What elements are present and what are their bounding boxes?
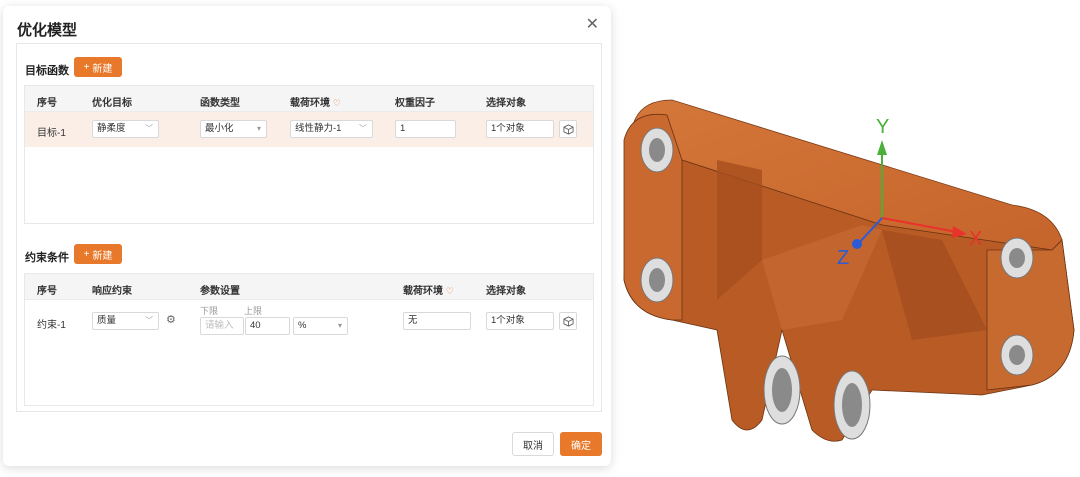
cube-icon [562,123,574,135]
table-row: 目标-1 静柔度 ﹀ 最小化 ▾ 线性静力-1 ﹀ 1 1个对象 [25,112,593,147]
constraint-section: 约束条件 + 新建 序号 响应约束 参数设置 载荷环境 ♡ 选择对象 约束-1 … [16,232,602,412]
close-icon[interactable]: ✕ [586,14,599,34]
cancel-button[interactable]: 取消 [512,432,554,456]
bulb-icon: ♡ [445,286,454,296]
objective-table: 序号 优化目标 函数类型 载荷环境 ♡ 权重因子 选择对象 目标-1 静柔度 ﹀ … [24,85,594,224]
bracket-model: Y X Z [623,99,1075,442]
select-obj-field[interactable]: 1个对象 [486,120,554,138]
chevron-down-icon: ﹀ [359,124,367,133]
col-params: 参数设置 [200,286,240,297]
table-row: 约束-1 质量 ﹀ ⚙ 下限 上限 请输入 40 % ▾ 无 1个对象 [25,300,593,344]
caret-down-icon: ▾ [256,124,261,133]
load-env-field[interactable]: 无 [403,312,471,330]
load-env-select[interactable]: 线性静力-1 ﹀ [290,120,373,138]
col-func-type: 函数类型 [200,98,240,109]
model-viewport[interactable]: Y X Z [612,0,1080,472]
chevron-down-icon: ﹀ [145,124,153,133]
select-obj-field[interactable]: 1个对象 [486,312,554,330]
col-target: 优化目标 [92,98,132,109]
col-index: 序号 [37,98,57,109]
row-index: 约束-1 [37,320,66,331]
upper-input[interactable]: 40 [245,317,290,335]
add-constraint-button[interactable]: + 新建 [74,244,122,264]
cube-icon [562,315,574,327]
constraint-table: 序号 响应约束 参数设置 载荷环境 ♡ 选择对象 约束-1 质量 ﹀ ⚙ 下限 上… [24,273,594,406]
axis-z-label: Z [837,247,849,269]
axis-x-label: X [969,228,982,250]
caret-down-icon: ▾ [337,321,342,330]
objective-section: 目标函数 + 新建 序号 优化目标 函数类型 载荷环境 ♡ 权重因子 选择对象 … [16,43,602,233]
plus-icon: + [83,61,90,73]
axis-y-label: Y [876,116,889,138]
lower-input[interactable]: 请输入 [200,317,244,335]
constraint-table-header: 序号 响应约束 参数设置 载荷环境 ♡ 选择对象 [25,274,593,300]
col-weight: 权重因子 [395,98,435,109]
col-load-env: 载荷环境 ♡ [403,286,454,297]
objective-section-label: 目标函数 [25,65,69,77]
add-objective-button[interactable]: + 新建 [74,57,122,77]
dialog-title: 优化模型 [17,22,78,39]
target-select[interactable]: 静柔度 ﹀ [92,120,159,138]
lower-label: 下限 [200,306,219,316]
unit-select[interactable]: % ▾ [293,317,348,335]
optimize-model-dialog: 优化模型 ✕ 目标函数 + 新建 序号 优化目标 函数类型 载荷环境 ♡ 权重因… [3,6,611,466]
col-load-env: 载荷环境 ♡ [290,98,341,109]
func-type-select[interactable]: 最小化 ▾ [200,120,267,138]
ok-button[interactable]: 确定 [560,432,602,456]
cube-select-button[interactable] [559,120,577,138]
bulb-icon: ♡ [332,98,341,108]
chevron-down-icon: ﹀ [145,316,153,325]
col-select-obj: 选择对象 [486,286,526,297]
response-select[interactable]: 质量 ﹀ [92,312,159,330]
plus-icon: + [83,248,90,260]
upper-label: 上限 [244,306,263,316]
col-response: 响应约束 [92,286,132,297]
weight-input[interactable]: 1 [395,120,456,138]
col-select-obj: 选择对象 [486,98,526,109]
constraint-section-label: 约束条件 [25,252,69,264]
gear-icon[interactable]: ⚙ [166,313,176,326]
col-index: 序号 [37,286,57,297]
objective-table-header: 序号 优化目标 函数类型 载荷环境 ♡ 权重因子 选择对象 [25,86,593,112]
cube-select-button[interactable] [559,312,577,330]
row-index: 目标-1 [37,128,66,139]
